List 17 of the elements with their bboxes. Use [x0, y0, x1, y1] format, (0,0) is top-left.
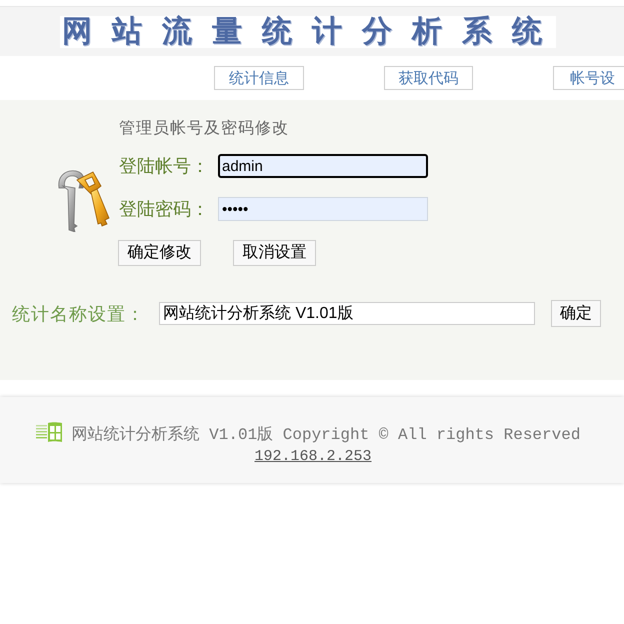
field-label: 登陆帐号： [119, 157, 210, 175]
copyright-text: 网站统计分析系统 V1.01版 Copyright © All rights Reserved [72, 424, 580, 445]
flag-icon [36, 422, 62, 442]
section-heading: 管理员帐号及密码修改 [119, 120, 289, 137]
form-button[interactable]: 取消设置 [233, 240, 316, 266]
nav-button[interactable]: 帐号设 [553, 66, 624, 90]
name-setting-label: 统计名称设置： [12, 304, 146, 322]
form-button[interactable]: 确定修改 [118, 240, 201, 266]
text-field[interactable]: admin [218, 154, 428, 178]
name-field[interactable]: 网站统计分析系统 V1.01版 [159, 302, 535, 325]
ip-link[interactable]: 192.168.2.253 [254, 447, 372, 467]
nav-button[interactable]: 统计信息 [214, 66, 304, 90]
text-field[interactable]: ••••• [218, 197, 428, 221]
site-title: 网站流量统计分析系统 [60, 16, 556, 48]
nav-button[interactable]: 获取代码 [384, 66, 473, 90]
field-label: 登陆密码： [119, 200, 210, 218]
confirm-button[interactable]: 确定 [551, 300, 601, 327]
